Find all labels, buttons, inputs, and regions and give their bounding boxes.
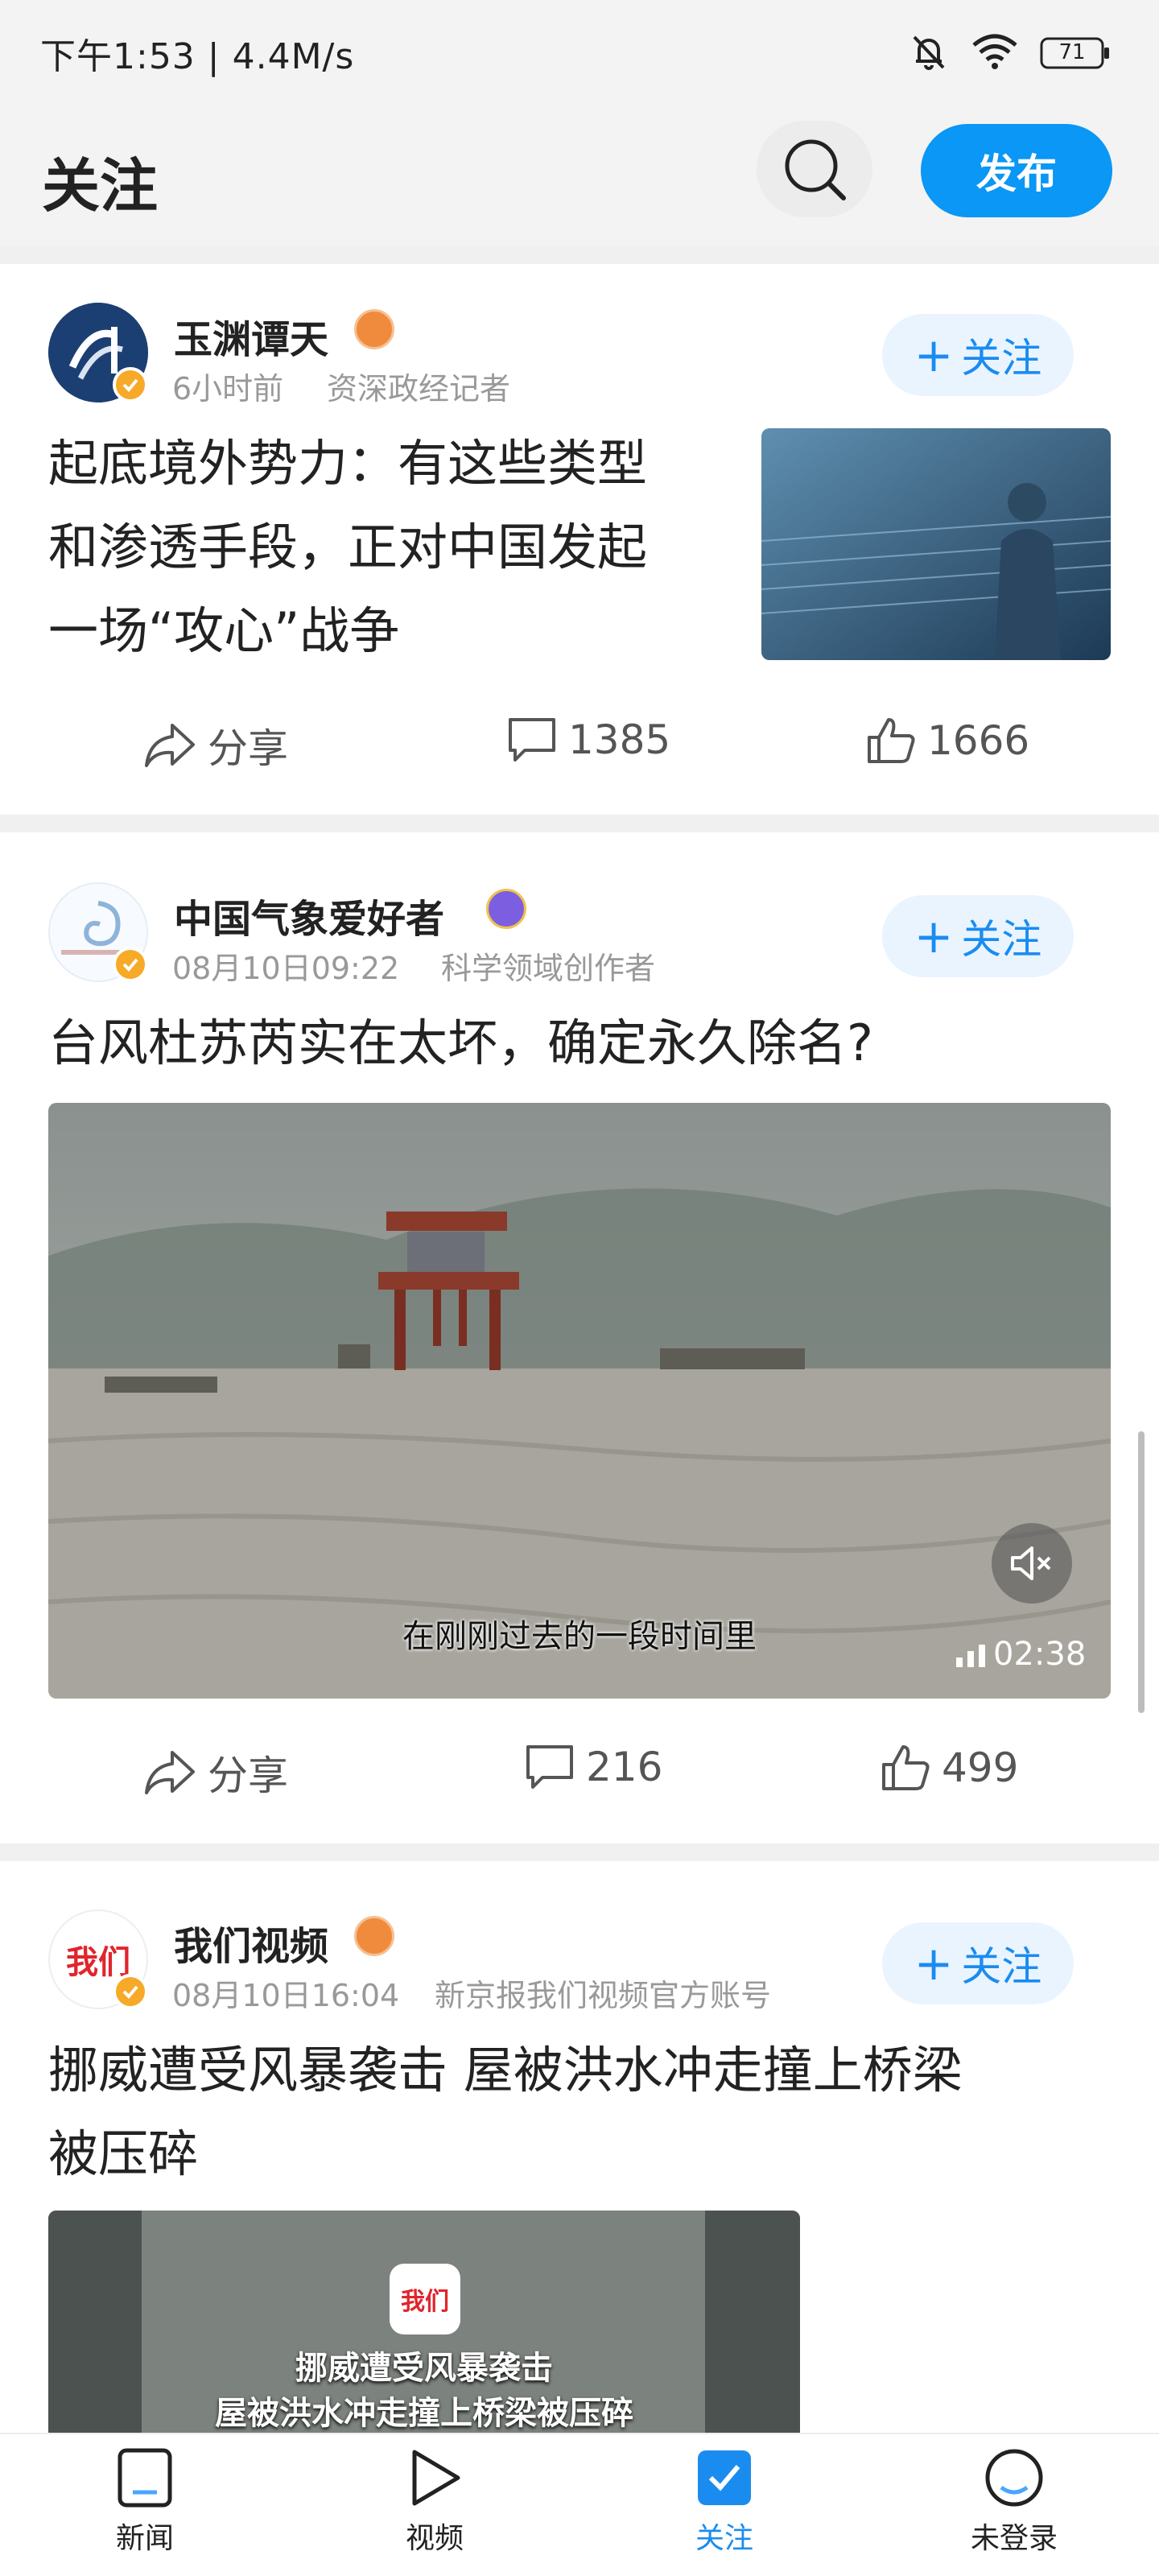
verified-icon xyxy=(113,947,148,982)
play-icon xyxy=(412,2450,460,2506)
follow-button[interactable]: + 关注 xyxy=(882,314,1074,396)
following-check-icon xyxy=(698,2450,751,2505)
author-name[interactable]: 中国气象爱好者 xyxy=(174,887,444,943)
post-time: 6小时前 xyxy=(172,371,284,407)
thumbs-up-icon xyxy=(882,1745,930,1790)
video-duration: 02:38 xyxy=(955,1636,1086,1673)
thumbs-up-icon xyxy=(868,718,915,763)
mute-bell-icon xyxy=(908,31,950,76)
battery-level: 71 xyxy=(1058,40,1086,64)
news-icon xyxy=(118,2448,172,2508)
like-button[interactable]: 1666 xyxy=(866,716,1029,765)
author-name[interactable]: 我们视频 xyxy=(174,1914,328,1971)
follow-button[interactable]: + 关注 xyxy=(882,1922,1074,2004)
search-button[interactable] xyxy=(757,121,872,217)
share-button[interactable]: 分享 xyxy=(143,716,288,774)
profile-icon xyxy=(985,2449,1043,2507)
video-logo: 我们 xyxy=(390,2264,460,2334)
share-icon xyxy=(145,724,195,767)
like-button[interactable]: 499 xyxy=(881,1744,1018,1792)
author-role: 科学领域创作者 xyxy=(441,951,656,986)
comment-button[interactable]: 1385 xyxy=(507,716,670,763)
post-time: 08月10日09:22 xyxy=(172,951,400,986)
level-badge-icon xyxy=(354,309,394,349)
plus-icon: + xyxy=(914,1936,954,1991)
section-divider xyxy=(0,815,1159,832)
tab-news[interactable]: 新闻 xyxy=(64,2447,225,2557)
status-time-speed: 下午1:53 | 4.4M/s xyxy=(40,36,355,77)
video-thumbnail[interactable]: 我们 挪威遭受风暴袭击 屋被洪水冲走撞上桥梁被压碎 xyxy=(48,2211,800,2433)
post-headline[interactable]: 起底境外势力：有这些类型 和渗透手段，正对中国发起 一场“攻心”战争 xyxy=(48,422,740,673)
author-role: 新京报我们视频官方账号 xyxy=(435,1978,772,2013)
post-headline[interactable]: 挪威遭受风暴袭击 屋被洪水冲走撞上桥梁 被压碎 xyxy=(48,2029,1111,2196)
wifi-icon xyxy=(971,32,1019,74)
author-role: 资深政经记者 xyxy=(327,371,511,407)
battery-icon: 71 xyxy=(1040,35,1111,71)
mute-button[interactable] xyxy=(992,1523,1072,1604)
signal-bars-icon xyxy=(956,1645,985,1667)
volume-mute-icon xyxy=(1011,1546,1051,1580)
scrollbar[interactable] xyxy=(1138,1431,1145,1713)
section-divider xyxy=(0,1843,1159,1861)
video-overlay-title: 挪威遭受风暴袭击 屋被洪水冲走撞上桥梁被压碎 xyxy=(215,2350,633,2432)
post-time: 08月10日16:04 xyxy=(172,1978,400,2013)
level-badge-icon xyxy=(354,1916,394,1956)
level-badge-icon xyxy=(486,889,526,929)
verified-icon xyxy=(113,367,148,402)
video-caption: 在刚刚过去的一段时间里 xyxy=(402,1618,757,1655)
plus-icon: + xyxy=(914,328,954,382)
comment-icon xyxy=(509,718,555,762)
author-name[interactable]: 玉渊谭天 xyxy=(174,308,328,364)
comment-icon xyxy=(526,1745,573,1789)
post-thumbnail[interactable] xyxy=(761,428,1111,660)
publish-button[interactable]: 发布 xyxy=(921,124,1112,217)
search-icon xyxy=(785,139,846,200)
share-icon xyxy=(145,1751,195,1794)
tab-profile[interactable]: 未登录 xyxy=(934,2447,1095,2557)
share-button[interactable]: 分享 xyxy=(143,1744,288,1802)
status-icons: 71 xyxy=(908,31,1111,76)
follow-button[interactable]: + 关注 xyxy=(882,895,1074,977)
page-title: 关注 xyxy=(42,152,159,220)
video-player[interactable] xyxy=(48,1103,1111,1699)
plus-icon: + xyxy=(914,909,954,964)
post-headline[interactable]: 台风杜苏芮实在太坏，确定永久除名? xyxy=(48,1001,873,1085)
comment-button[interactable]: 216 xyxy=(525,1744,662,1790)
tab-following[interactable]: 关注 xyxy=(644,2447,805,2557)
section-divider xyxy=(0,246,1159,264)
tab-video[interactable]: 视频 xyxy=(354,2447,515,2557)
verified-icon xyxy=(113,1974,148,2009)
